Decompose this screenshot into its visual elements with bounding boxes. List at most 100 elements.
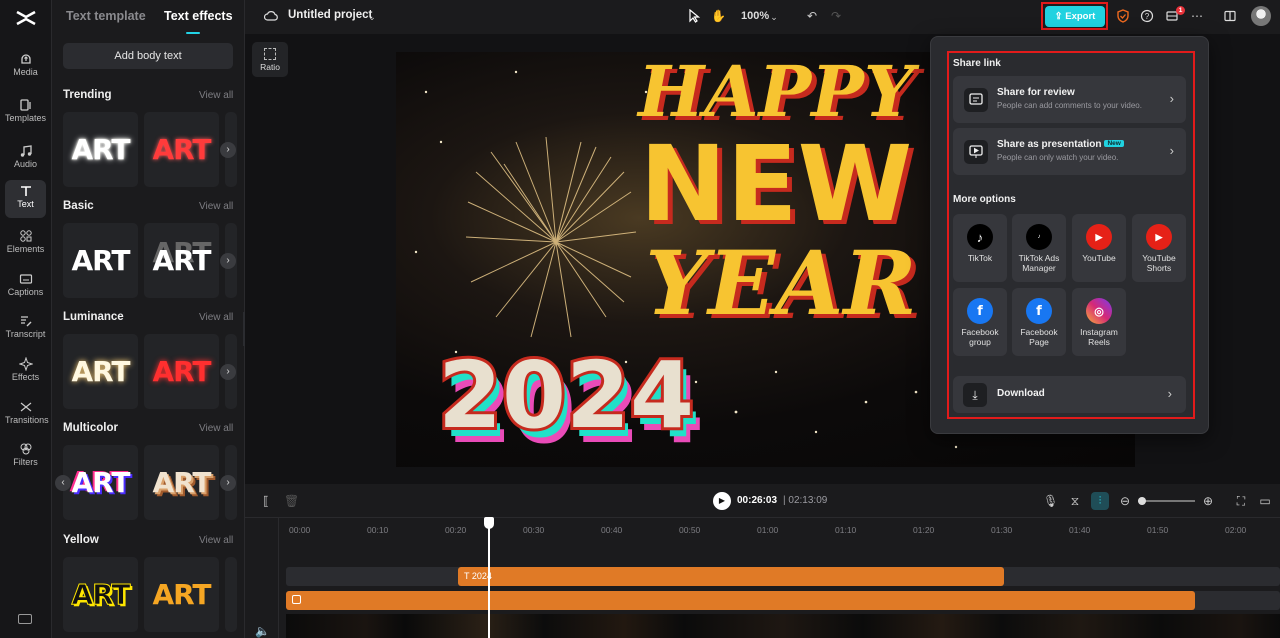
effect-card[interactable]: ART — [63, 445, 138, 520]
notification-badge: 1 — [1176, 6, 1185, 15]
feedback-icon[interactable]: ▭ — [1258, 494, 1272, 508]
nav-media-label: Media — [13, 67, 38, 77]
share-option-youtube-shorts[interactable]: ▶ YouTube Shorts — [1132, 214, 1186, 282]
view-all-basic[interactable]: View all — [199, 201, 233, 212]
time-tick: 01:40 — [1069, 525, 1091, 535]
share-option-facebook-page[interactable]: f Facebook Page — [1012, 288, 1066, 356]
time-tick: 00:20 — [445, 525, 467, 535]
effect-card-partial[interactable] — [225, 557, 237, 632]
avatar[interactable] — [1251, 6, 1271, 26]
total-time: | 02:13:09 — [783, 495, 827, 506]
effect-card[interactable]: ART — [63, 223, 138, 298]
video-text-line2: NEW — [640, 123, 913, 245]
playhead[interactable] — [488, 518, 490, 638]
add-body-text-button[interactable]: Add body text — [63, 43, 233, 69]
tab-text-template[interactable]: Text template — [66, 9, 146, 23]
share-as-presentation-button[interactable]: Share as presentation New People can only… — [953, 128, 1186, 175]
slider-knob[interactable] — [1138, 497, 1146, 505]
auto-snap-icon[interactable]: ⧖ — [1068, 494, 1082, 508]
effect-card[interactable]: ART — [63, 557, 138, 632]
text-icon: T — [464, 571, 472, 581]
view-all-multicolor[interactable]: View all — [199, 423, 233, 434]
effect-card[interactable]: ART — [144, 112, 219, 187]
effect-card[interactable]: ART — [144, 223, 219, 298]
project-title[interactable]: Untitled project — [288, 9, 372, 21]
option-label: Instagram Reels — [1080, 327, 1118, 347]
help-icon[interactable]: ? — [1140, 9, 1154, 23]
select-pointer-icon[interactable] — [687, 8, 701, 23]
effect-card[interactable]: ART — [63, 112, 138, 187]
download-button[interactable]: ⤓ Download › — [953, 376, 1186, 413]
share-review-title: Share for review — [997, 87, 1075, 98]
effect-card[interactable]: ART — [144, 334, 219, 409]
nav-captions-label: Captions — [7, 287, 44, 297]
capcut-logo — [16, 10, 36, 26]
volume-icon[interactable]: 🔈 — [255, 624, 270, 638]
microphone-icon[interactable]: 🎙 — [1043, 494, 1058, 508]
nav-text[interactable]: Text — [5, 180, 46, 218]
share-option-facebook-group[interactable]: f Facebook group — [953, 288, 1007, 356]
share-option-tiktok[interactable]: ♪ TikTok — [953, 214, 1007, 282]
timeline-link-icon[interactable]: ⫶ — [1091, 492, 1109, 510]
chevron-left-icon[interactable]: ‹ — [55, 475, 71, 491]
split-clip-icon[interactable]: ⟦ — [259, 494, 273, 508]
time-tick: 00:10 — [367, 525, 389, 535]
chevron-right-icon[interactable]: › — [220, 364, 236, 380]
playhead-handle[interactable] — [484, 517, 494, 529]
share-link-heading: Share link — [953, 58, 1001, 69]
sticker-clip[interactable] — [286, 591, 1195, 610]
redo-icon[interactable]: ↷ — [829, 9, 843, 23]
active-tab-indicator — [186, 32, 200, 34]
layout-panel-icon[interactable] — [1223, 9, 1237, 23]
text-clip-2024[interactable]: T 2024 — [458, 567, 1004, 586]
nav-media[interactable]: Media — [5, 48, 46, 86]
trash-icon[interactable]: 🗑 — [284, 494, 299, 508]
share-option-instagram-reels[interactable]: ◎ Instagram Reels — [1072, 288, 1126, 356]
chevron-right-icon[interactable]: › — [220, 142, 236, 158]
nav-transitions[interactable]: Transitions — [5, 396, 49, 434]
nav-transcript[interactable]: Transcript — [5, 310, 46, 348]
ratio-button[interactable]: Ratio — [252, 42, 288, 77]
chevron-right-icon[interactable]: › — [220, 253, 236, 269]
nav-transitions-label: Transitions — [5, 415, 49, 425]
fullscreen-icon[interactable]: ⛶ — [1234, 494, 1248, 508]
effect-card[interactable]: ART — [63, 334, 138, 409]
chevron-right-icon[interactable]: › — [220, 475, 236, 491]
nav-templates[interactable]: Templates — [5, 94, 46, 132]
option-label: Facebook group — [961, 327, 999, 347]
nav-captions[interactable]: Captions — [5, 268, 46, 306]
view-all-yellow[interactable]: View all — [199, 535, 233, 546]
text-panel: Text template Text effects Add body text… — [52, 0, 294, 638]
effect-card[interactable]: ART — [144, 557, 219, 632]
current-time: 00:26:03 — [737, 495, 778, 506]
chevron-down-icon[interactable]: ⌄ — [365, 10, 379, 24]
nav-filters[interactable]: Filters — [5, 438, 46, 476]
hand-pan-icon[interactable]: ✋ — [711, 9, 726, 23]
zoom-in-icon[interactable]: ⊕ — [1201, 494, 1215, 508]
undo-icon[interactable]: ↶ — [805, 9, 819, 23]
time-tick: 01:50 — [1147, 525, 1169, 535]
chevron-down-icon[interactable]: ⌄ — [767, 10, 781, 24]
video-track-filmstrip[interactable] — [286, 614, 1280, 638]
time-tick: 00:00 — [289, 525, 311, 535]
tiktok-ads-icon: ♪ — [1026, 224, 1052, 250]
shield-icon[interactable] — [1116, 9, 1130, 23]
play-button[interactable]: ▶ — [713, 492, 731, 510]
view-all-luminance[interactable]: View all — [199, 312, 233, 323]
share-for-review-button[interactable]: Share for review People can add comments… — [953, 76, 1186, 123]
share-option-tiktok-ads[interactable]: ♪ TikTok Ads Manager — [1012, 214, 1066, 282]
nav-audio[interactable]: Audio — [5, 140, 46, 178]
export-button[interactable]: ⇪ Export — [1045, 6, 1105, 27]
time-tick: 02:00 — [1225, 525, 1247, 535]
tab-text-effects[interactable]: Text effects — [164, 9, 233, 23]
zoom-out-icon[interactable]: ⊖ — [1118, 494, 1132, 508]
zoom-level[interactable]: 100% — [741, 10, 769, 22]
nav-elements[interactable]: Elements — [5, 225, 46, 263]
share-option-youtube[interactable]: ▶ YouTube — [1072, 214, 1126, 282]
view-all-trending[interactable]: View all — [199, 90, 233, 101]
more-menu-icon[interactable]: ⋯ — [1190, 9, 1204, 23]
keyboard-shortcuts-icon[interactable] — [18, 614, 32, 624]
timeline-zoom-slider[interactable] — [1138, 497, 1195, 505]
nav-effects[interactable]: Effects — [5, 353, 46, 391]
effect-card[interactable]: ART — [144, 445, 219, 520]
